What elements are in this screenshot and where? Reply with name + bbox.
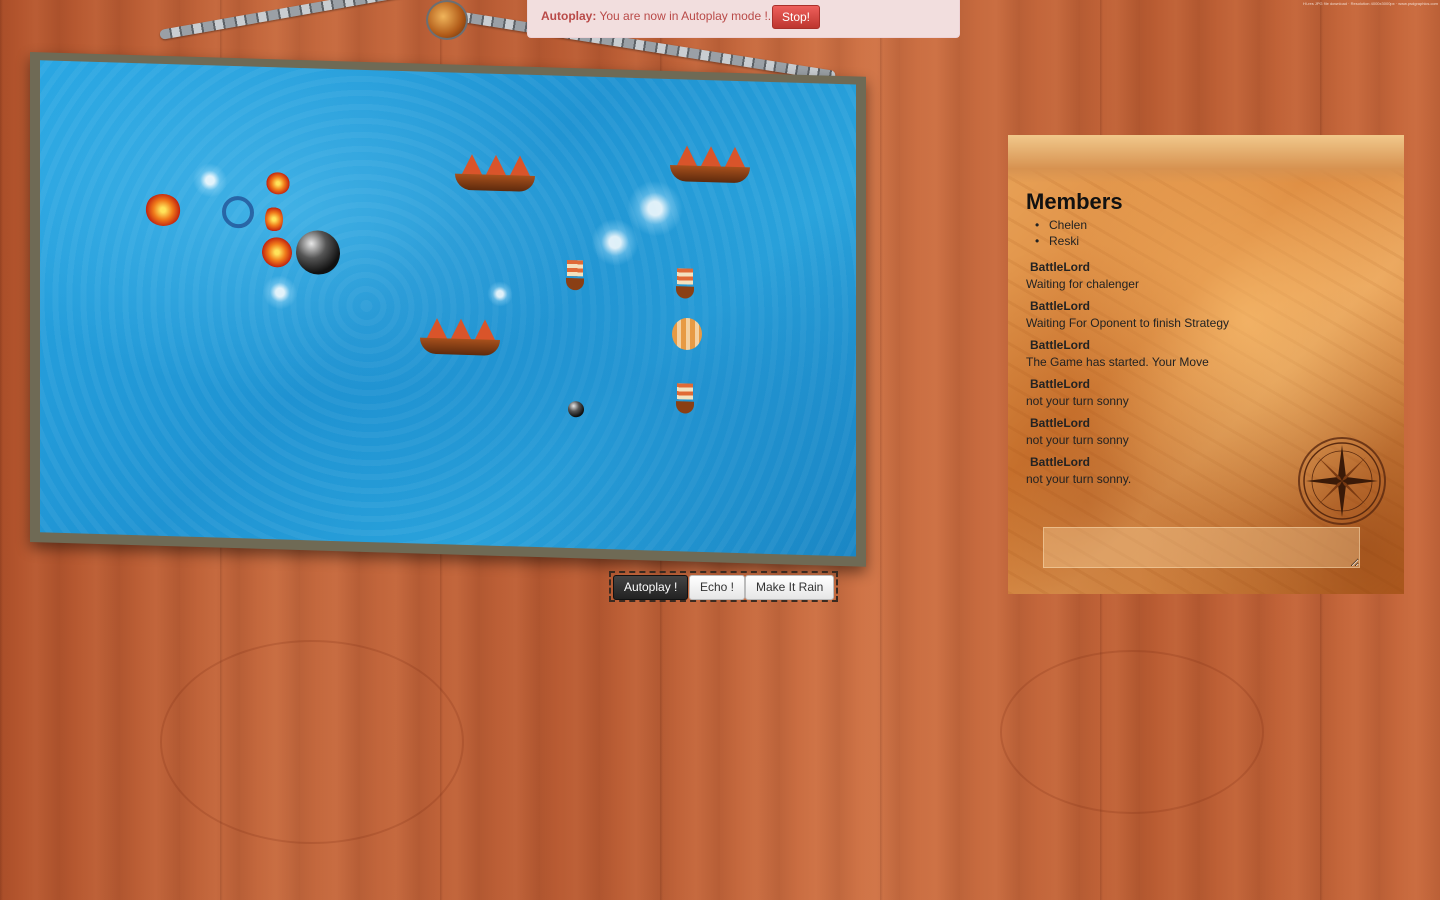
make-it-rain-button[interactable]: Make It Rain bbox=[745, 575, 835, 600]
stop-button[interactable]: Stop! bbox=[772, 5, 821, 29]
message-text: Waiting for chalenger bbox=[1026, 277, 1139, 291]
wood-grain bbox=[1000, 650, 1264, 814]
chat-input[interactable] bbox=[1043, 527, 1360, 568]
message-author: BattleLord bbox=[1030, 416, 1090, 430]
members-panel: Members Chelen Reski BattleLord Waiting … bbox=[1008, 135, 1404, 594]
scroll-roll bbox=[1008, 135, 1404, 183]
explosion-icon bbox=[266, 172, 290, 195]
explosion-icon bbox=[145, 193, 181, 227]
echo-button[interactable]: Echo ! bbox=[689, 575, 746, 600]
message-text: The Game has started. Your Move bbox=[1026, 355, 1209, 369]
splash-icon bbox=[585, 216, 645, 269]
explosion-icon bbox=[265, 204, 283, 234]
member-item: Chelen bbox=[1035, 217, 1087, 233]
members-list: Chelen Reski bbox=[1035, 217, 1087, 249]
control-bar: Autoplay ! Echo ! Make It Rain bbox=[609, 571, 838, 602]
member-item: Reski bbox=[1035, 233, 1087, 249]
watermark: Hi-res JPG file download · Resolution 40… bbox=[1303, 1, 1438, 6]
message-author: BattleLord bbox=[1030, 299, 1090, 313]
alert-title: Autoplay: bbox=[541, 9, 597, 23]
members-title: Members bbox=[1026, 189, 1123, 214]
small-ship-icon[interactable] bbox=[672, 264, 698, 299]
splash-icon bbox=[190, 159, 230, 201]
splash-icon bbox=[260, 271, 300, 314]
message-author: BattleLord bbox=[1030, 260, 1090, 274]
message-text: Waiting For Oponent to finish Strategy bbox=[1026, 316, 1229, 330]
target-ring-icon bbox=[222, 195, 254, 229]
cannonball-icon bbox=[296, 229, 340, 276]
splash-icon bbox=[485, 278, 515, 310]
chat-message: BattleLord Waiting For Oponent to finish… bbox=[1026, 298, 1386, 337]
chat-message: BattleLord Waiting for chalenger bbox=[1026, 259, 1386, 298]
compass-icon bbox=[1298, 437, 1386, 525]
alert-message: Autoplay: You are now in Autoplay mode !… bbox=[541, 9, 771, 23]
sea-canvas[interactable] bbox=[40, 60, 856, 557]
explosion-icon bbox=[262, 236, 292, 268]
small-ship-icon[interactable] bbox=[562, 256, 588, 291]
alert-text: You are now in Autoplay mode !. bbox=[599, 9, 772, 23]
ship-icon[interactable] bbox=[455, 148, 535, 196]
wood-grain bbox=[160, 640, 464, 844]
ship-icon[interactable] bbox=[670, 139, 750, 187]
chain-left bbox=[159, 0, 447, 40]
chat-message: BattleLord not your turn sonny bbox=[1026, 376, 1386, 415]
small-ship-icon[interactable] bbox=[672, 379, 698, 414]
autoplay-alert: Autoplay: You are now in Autoplay mode !… bbox=[527, 0, 960, 38]
message-author: BattleLord bbox=[1030, 338, 1090, 352]
message-author: BattleLord bbox=[1030, 377, 1090, 391]
chat-message: BattleLord The Game has started. Your Mo… bbox=[1026, 337, 1386, 376]
medallion-icon bbox=[426, 0, 468, 40]
message-text: not your turn sonny bbox=[1026, 394, 1129, 408]
balloon-icon bbox=[672, 318, 702, 350]
game-board[interactable] bbox=[30, 52, 866, 567]
ship-icon[interactable] bbox=[420, 312, 500, 360]
autoplay-button[interactable]: Autoplay ! bbox=[613, 575, 689, 600]
cannonball-icon bbox=[568, 400, 584, 418]
